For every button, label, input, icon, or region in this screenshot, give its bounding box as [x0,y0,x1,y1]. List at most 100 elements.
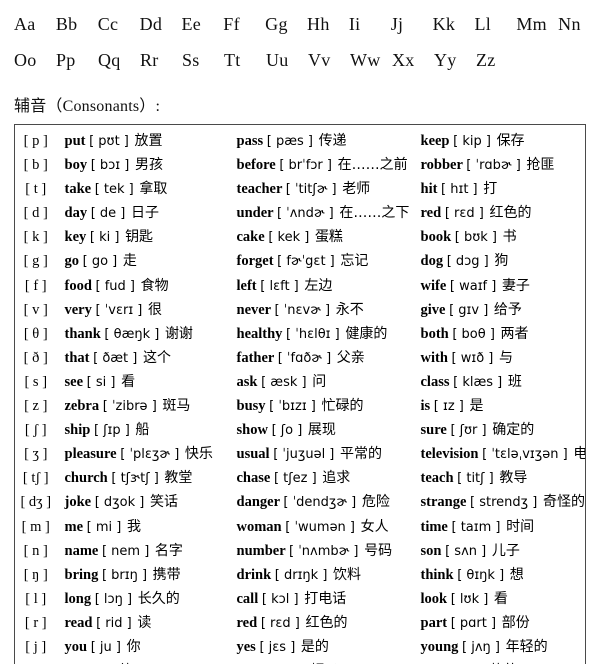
example-translation: 携带 [152,566,181,583]
phonetic-symbol-list: [ p ] [ b ] [ t ] [ d ] [ k ] [ g ] [ f ] [ v ]… [15,125,57,664]
column-examples-a: put [ pʊt ] 放置 boy [ bɔɪ ] 男孩 take [ tek ]… [57,125,229,664]
example-pronunciation: [ wɪð ] [451,350,494,366]
example-translation: 笑话 [150,494,178,511]
alphabet-letter: Mm [516,14,547,34]
phonetic-symbol: [ p ] [23,133,48,149]
example-word: is [420,398,431,415]
example-entry: is [ ɪz ] 是 [413,394,586,418]
example-word: bring [64,566,99,583]
example-word: healthy [236,325,283,342]
example-entry: church [ tʃɝtʃ ] 教堂 [57,466,229,490]
example-pronunciation: [ ˈdendʒɚ ] [283,495,357,511]
example-entry: woman [ ˈwumən ] 女人 [229,515,413,539]
example-word: name [64,542,99,559]
example-translation: 快乐 [184,446,213,463]
example-translation: 女人 [360,518,389,535]
example-word: show [236,422,268,439]
example-pronunciation: [ ˈfɑðɚ ] [277,350,332,366]
example-pronunciation: [ ðæt ] [93,350,138,366]
example-pronunciation: [ go ] [82,254,118,270]
example-entry: ask [ æsk ] 问 [229,370,413,394]
example-pronunciation: [ de ] [90,206,126,222]
example-entry: with [ wɪð ] 与 [413,346,586,370]
example-pronunciation: [ boθ ] [452,326,495,342]
example-word: chase [236,470,271,487]
alphabet-letter: Ii [348,14,361,34]
example-entry: yes [ jɛs ] 是的 [229,635,413,659]
example-entry: son [ sʌn ] 儿子 [413,539,586,563]
example-entry: wife [ waɪf ] 妻子 [413,274,586,298]
example-pronunciation: [ jʌŋ ] [462,639,500,655]
example-pronunciation: [ ju ] [90,639,121,655]
column-phonetic-symbols: [ p ] [ b ] [ t ] [ d ] [ k ] [ g ] [ f ] [ v ]… [15,125,57,664]
example-word: red [420,205,442,222]
example-translation: 我 [126,518,141,535]
example-entry: keep [ kip ] 保存 [413,129,586,153]
example-entry: read [ rid ] 读 [57,611,229,635]
example-translation: 时间 [506,518,535,535]
example-translation: 你 [126,638,141,655]
example-entry: red [ rɛd ] 红色的 [229,611,413,635]
phonetic-symbol: [ k ] [23,229,48,246]
example-word: danger [236,494,280,511]
example-pronunciation: [ æsk ] [261,374,307,390]
phonetic-symbol: [ dʒ ] [20,494,52,511]
alphabet-letter: Oo [14,50,37,70]
example-pronunciation: [ ˈbɪzɪ ] [269,399,316,415]
phonetic-symbol: [ ʃ ] [24,422,47,439]
example-translation: 与 [498,349,513,366]
example-word: never [236,301,271,318]
example-entry: hit [ hɪt ] 打 [413,177,586,201]
example-translation: 谢谢 [164,325,193,342]
alphabet-row-1: Aa Bb Cc Dd Ee Ff Gg Hh Ii Jj Kk Ll Mm Nn [14,14,600,50]
example-entry: class [ klæs ] 班 [413,370,586,394]
example-translation: 传递 [318,133,347,149]
example-word: forget [236,253,274,270]
example-entry: busy [ ˈbɪzɪ ] 忙碌的 [229,394,413,418]
example-translation: 是 [469,398,484,415]
example-pronunciation: [ rɛd ] [444,206,484,222]
example-pronunciation: [ dɔg ] [446,254,489,270]
example-entry: before [ brˈfɔr ] 在……之前 [229,153,413,177]
example-pronunciation: [ ˈplɛʒɚ ] [120,447,180,463]
example-entry: he [ hi ] 他 [57,659,229,664]
example-translation: 儿子 [491,542,520,559]
example-translation: 在……之前 [337,157,408,174]
example-entry: bring [ brɪŋ ] 携带 [57,563,229,587]
example-entry: pass [ pæs ] 传递 [229,129,413,153]
example-word: dog [420,253,444,270]
phonetic-symbol: [ v ] [23,301,48,318]
example-word: son [420,542,442,559]
example-translation: 饮料 [333,566,362,583]
example-word: put [64,133,86,149]
example-word: you [64,638,88,655]
alphabet-letter: Zz [476,50,496,70]
example-pronunciation: [ kek ] [268,230,310,246]
example-pronunciation: [ si ] [86,374,116,390]
example-translation: 追求 [322,470,351,487]
example-entry: both [ boθ ] 两者 [413,322,586,346]
example-translation: 这个 [142,349,171,366]
example-pronunciation: [ pʊt ] [89,134,129,149]
example-translation: 问 [312,373,327,390]
example-pronunciation: [ rɛd ] [260,615,300,631]
example-pronunciation: [ pɑrt ] [450,615,497,631]
example-pronunciation: [ ˈzibrə ] [102,399,157,415]
example-word: read [64,614,93,631]
example-translation: 长久的 [137,590,180,607]
example-pronunciation: [ ˈjuʒuəl ] [273,447,335,463]
example-entry: part [ pɑrt ] 部份 [413,611,586,635]
example-entry: that [ ðæt ] 这个 [57,346,229,370]
example-entry: long [ lɔŋ ] 长久的 [57,587,229,611]
phonetic-symbol: [ l ] [25,590,47,607]
example-word: father [236,349,275,366]
example-entry: dog [ dɔg ] 狗 [413,249,586,273]
alphabet-letter: Gg [265,14,288,34]
example-word: woman [236,518,282,535]
example-pronunciation: [ drɪŋk ] [274,567,328,583]
example-entry: see [ si ] 看 [57,370,229,394]
example-entry: day [ de ] 日子 [57,201,229,225]
example-entry: cake [ kek ] 蛋糕 [229,225,413,249]
example-word: pass [236,133,264,149]
phonetic-symbol: [ r ] [24,614,47,631]
